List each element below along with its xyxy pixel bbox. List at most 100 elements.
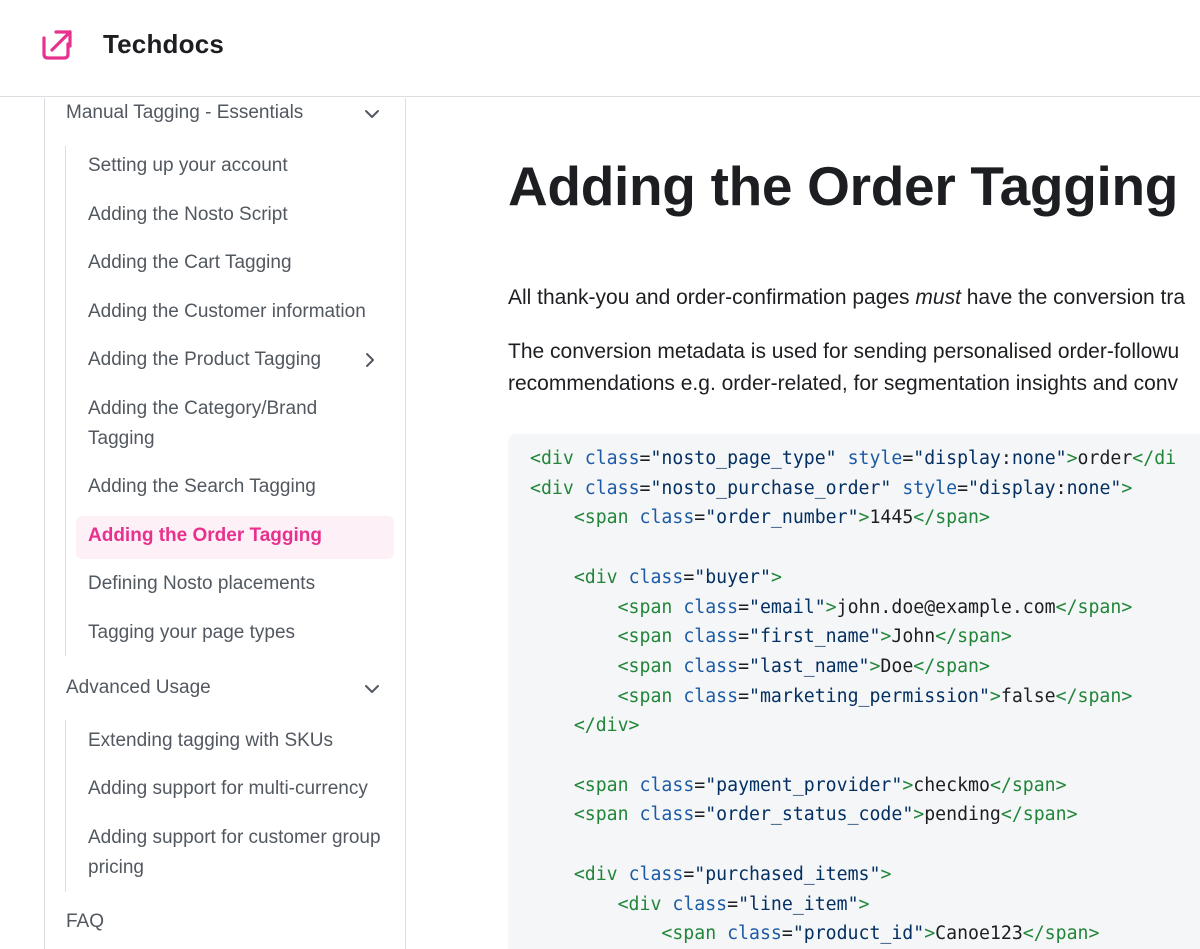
code-token-attr: style: [902, 477, 958, 499]
sidebar-item-label-continued: pricing: [88, 857, 144, 878]
docs-sidebar: Manual Tagging - Essentials Setting up y…: [0, 98, 406, 949]
code-line: <span class="product_id">Canoe123</span>: [530, 919, 1176, 949]
code-line: <span class="last_name">Doe</span>: [530, 652, 1176, 682]
conversion-paragraph: The conversion metadata is used for send…: [508, 336, 1179, 400]
code-token-tag: </di: [1132, 448, 1177, 469]
code-token-attr: class: [683, 596, 739, 618]
code-token-str: none": [1066, 477, 1122, 499]
chevron-down-icon: [365, 110, 379, 118]
code-token-attr: class: [584, 477, 640, 499]
code-content[interactable]: <div class="nosto_page_type" style="disp…: [530, 444, 1176, 949]
code-line: </div>: [530, 711, 1176, 741]
code-token-tag: <div: [617, 893, 662, 915]
sidebar-item-category-brand-tagging[interactable]: Adding the Category/Brand Tagging: [76, 388, 394, 460]
sub-list-rail: [65, 720, 66, 892]
code-token-tag: >: [1121, 477, 1133, 499]
code-token-tag: </span>: [1055, 685, 1133, 707]
code-token-attr: class: [683, 685, 739, 707]
sidebar-item-customer-information[interactable]: Adding the Customer information: [76, 291, 394, 333]
code-token-punc: =: [738, 596, 750, 618]
code-line: <div class="nosto_page_type" style="disp…: [530, 444, 1176, 474]
brand-title[interactable]: Techdocs: [103, 26, 224, 62]
chevron-down-icon: [365, 685, 379, 693]
code-token-tag: >: [913, 804, 925, 826]
code-token-tag: >: [858, 893, 870, 915]
code-token-txt: john.doe@example.com: [836, 596, 1056, 618]
sidebar-item-label: Adding the Customer information: [88, 301, 366, 322]
code-token-tag: >: [1066, 448, 1078, 469]
code-token-tag: <span: [617, 626, 673, 648]
sidebar-item-nosto-placements[interactable]: Defining Nosto placements: [76, 563, 394, 605]
code-token-punc: =: [694, 774, 706, 796]
code-token-str: "email": [749, 596, 826, 618]
code-token-tag: <div: [573, 863, 618, 885]
code-token-attr: class: [639, 804, 695, 826]
logo-icon[interactable]: [40, 28, 74, 62]
sidebar-item-cart-tagging[interactable]: Adding the Cart Tagging: [76, 242, 394, 284]
sidebar-item-label: Adding support for multi-currency: [88, 778, 368, 799]
code-token-punc: =: [902, 448, 914, 469]
code-token-tag: </div>: [573, 715, 640, 737]
sidebar-category-advanced-usage[interactable]: Advanced Usage: [66, 673, 392, 713]
code-token-attr: class: [628, 863, 684, 885]
code-token-str: "order_number": [705, 507, 859, 529]
code-token-txt: John: [891, 626, 936, 648]
code-line: <span class="email">john.doe@example.com…: [530, 593, 1176, 623]
code-token-attr: class: [683, 626, 739, 648]
code-block[interactable]: <div class="nosto_page_type" style="disp…: [508, 434, 1200, 949]
code-line: <div class="buyer">: [530, 563, 1176, 593]
intro-paragraph: All thank-you and order-confirmation pag…: [508, 282, 1185, 314]
code-token-tag: >: [989, 685, 1001, 707]
chevron-right-icon[interactable]: [360, 350, 380, 370]
sidebar-item-page-types[interactable]: Tagging your page types: [76, 612, 394, 654]
code-token-tag: <span: [573, 507, 629, 529]
code-line: <div class="line_item">: [530, 890, 1176, 920]
sidebar-item-label: Adding support for customer group: [88, 827, 381, 848]
code-token-txt: pending: [924, 804, 1001, 826]
code-token-txt: Canoe123: [935, 923, 1023, 945]
sidebar-item-label: Adding the Nosto Script: [88, 204, 288, 225]
code-line: <span class="marketing_permission">false…: [530, 682, 1176, 712]
code-token-punc: =: [683, 566, 695, 588]
intro-text-start: All thank-you and order-confirmation pag…: [508, 286, 916, 309]
sidebar-item-multi-currency[interactable]: Adding support for multi-currency: [76, 768, 394, 810]
code-token-str: "nosto_purchase_order": [650, 477, 892, 499]
sidebar-category-manual-tagging[interactable]: Manual Tagging - Essentials: [66, 98, 392, 138]
conversion-paragraph-line-1: The conversion metadata is used for send…: [508, 340, 1180, 363]
intro-emphasis: must: [915, 286, 961, 309]
intro-text-end: have the conversion tra: [960, 286, 1186, 309]
sidebar-item-skus[interactable]: Extending tagging with SKUs: [76, 720, 394, 762]
code-token-punc: =: [738, 626, 750, 648]
code-token-punc: :: [1000, 448, 1012, 469]
sidebar-item-customer-group-pricing[interactable]: Adding support for customer group pricin…: [76, 817, 394, 889]
sidebar-item-setting-up-account[interactable]: Setting up your account: [76, 145, 394, 187]
code-token-tag: </span>: [989, 774, 1067, 796]
sidebar-item-order-tagging[interactable]: Adding the Order Tagging: [76, 516, 394, 559]
sidebar-item-label: Adding the Product Tagging: [88, 349, 322, 370]
sidebar-item-search-tagging[interactable]: Adding the Search Tagging: [76, 466, 394, 508]
sidebar-category-faq[interactable]: FAQ: [66, 907, 392, 947]
code-token-punc: =: [727, 893, 739, 915]
sidebar-item-product-tagging[interactable]: Adding the Product Tagging: [76, 339, 394, 381]
sidebar-item-nosto-script[interactable]: Adding the Nosto Script: [76, 194, 394, 236]
code-token-str: "first_name": [749, 626, 881, 648]
code-token-tag: </span>: [1022, 923, 1100, 945]
code-token-str: "product_id": [792, 923, 925, 945]
code-line: <span class="payment_provider">checkmo</…: [530, 771, 1176, 801]
code-token-str: "order_status_code": [705, 804, 914, 826]
